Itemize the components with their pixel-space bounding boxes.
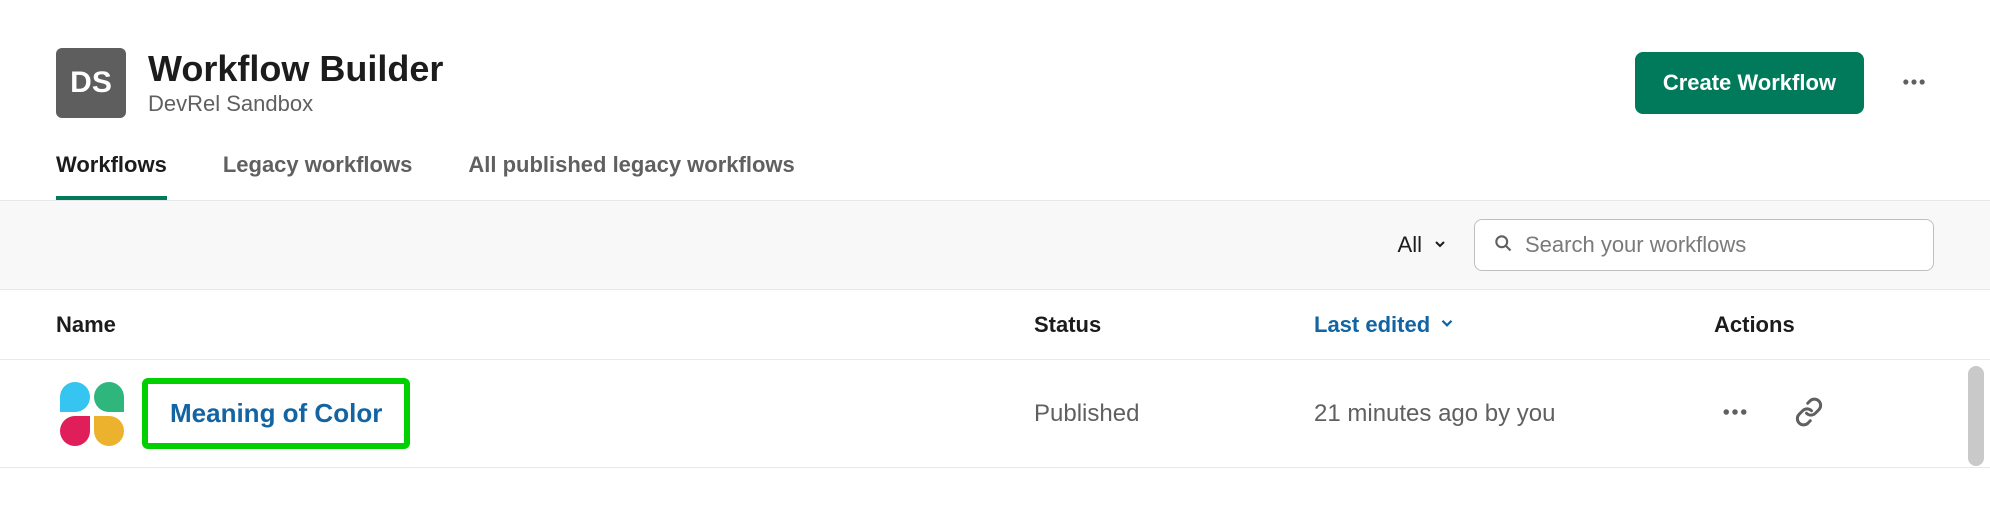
table: Name Status Last edited Actions Meaning … — [0, 290, 1990, 468]
link-icon — [1794, 397, 1824, 430]
workspace-initials: DS — [70, 66, 112, 100]
highlight-box: Meaning of Color — [142, 378, 410, 449]
column-last-edited[interactable]: Last edited — [1314, 312, 1714, 338]
column-last-edited-label: Last edited — [1314, 312, 1430, 338]
cell-status: Published — [1034, 400, 1314, 428]
workflow-icon — [56, 378, 128, 450]
page-header: DS Workflow Builder DevRel Sandbox Creat… — [0, 0, 1990, 138]
page-title: Workflow Builder — [148, 49, 443, 89]
chevron-down-icon — [1432, 232, 1448, 258]
more-actions-button[interactable] — [1894, 62, 1934, 105]
slack-shape-red — [60, 416, 90, 446]
search-input[interactable] — [1525, 232, 1915, 258]
search-icon — [1493, 233, 1513, 258]
copy-link-button[interactable] — [1788, 391, 1830, 436]
more-icon — [1720, 397, 1750, 430]
table-header: Name Status Last edited Actions — [0, 290, 1990, 360]
tabs: Workflows Legacy workflows All published… — [0, 138, 1990, 201]
search-field-wrap[interactable] — [1474, 219, 1934, 271]
row-more-button[interactable] — [1714, 391, 1756, 436]
column-name: Name — [56, 312, 1034, 338]
column-actions: Actions — [1714, 312, 1934, 338]
toolbar: All — [0, 201, 1990, 290]
workspace-icon: DS — [56, 48, 126, 118]
tab-all-published-legacy[interactable]: All published legacy workflows — [468, 138, 794, 200]
workspace-name: DevRel Sandbox — [148, 91, 443, 117]
title-block: Workflow Builder DevRel Sandbox — [148, 49, 443, 117]
filter-label: All — [1398, 232, 1422, 258]
scrollbar[interactable] — [1968, 366, 1984, 466]
slack-shape-blue — [60, 382, 90, 412]
create-workflow-button[interactable]: Create Workflow — [1635, 52, 1864, 114]
header-left: DS Workflow Builder DevRel Sandbox — [56, 48, 443, 118]
cell-last-edited: 21 minutes ago by you — [1314, 400, 1714, 428]
more-icon — [1900, 68, 1928, 99]
slack-shape-yellow — [94, 416, 124, 446]
filter-select[interactable]: All — [1394, 224, 1452, 266]
cell-name: Meaning of Color — [56, 378, 1034, 450]
sort-chevron-down-icon — [1438, 312, 1456, 338]
slack-shape-green — [94, 382, 124, 412]
header-right: Create Workflow — [1635, 52, 1934, 114]
cell-actions — [1714, 391, 1934, 436]
tab-workflows[interactable]: Workflows — [56, 138, 167, 200]
table-row: Meaning of Color Published 21 minutes ag… — [0, 360, 1990, 468]
tab-legacy-workflows[interactable]: Legacy workflows — [223, 138, 413, 200]
column-status: Status — [1034, 312, 1314, 338]
workflow-name-link[interactable]: Meaning of Color — [170, 398, 382, 428]
